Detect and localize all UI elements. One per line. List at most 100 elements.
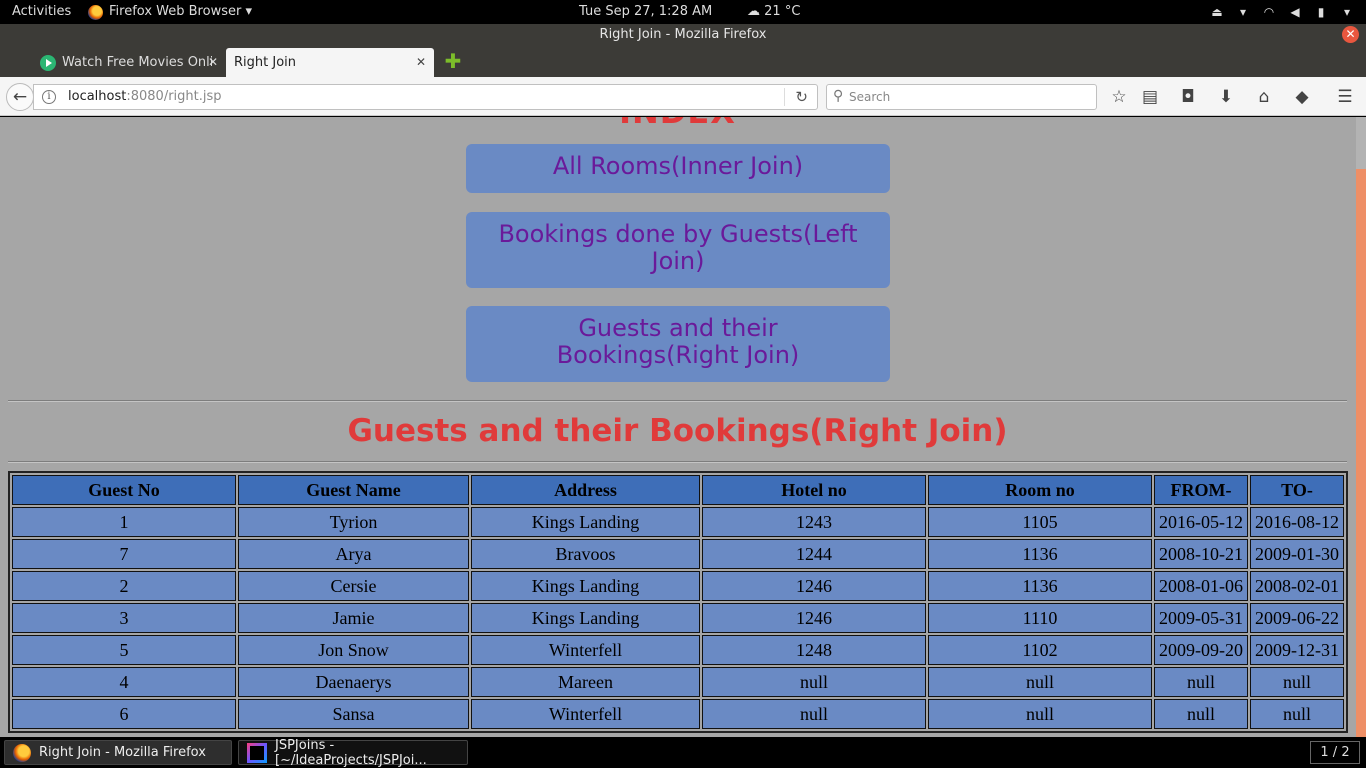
table-cell: Kings Landing — [471, 507, 700, 537]
download-icon[interactable]: ⬇ — [1215, 86, 1237, 108]
weather-indicator[interactable]: ☁ 21 °C — [747, 0, 800, 24]
column-header: FROM- — [1154, 475, 1248, 505]
cloud-icon: ☁ — [747, 4, 760, 19]
reading-list-icon[interactable]: ▤ — [1139, 86, 1161, 108]
bookmark-star-icon[interactable]: ☆ — [1108, 86, 1130, 108]
scrollbar-track[interactable] — [1356, 117, 1366, 169]
table-row: 5 Jon Snow Winterfell 1248 1102 2009-09-20 200… — [12, 635, 1344, 665]
table-cell: Mareen — [471, 667, 700, 697]
table-cell: 4 — [12, 667, 236, 697]
table-cell: Bravoos — [471, 539, 700, 569]
menu-icon[interactable]: ☰ — [1334, 86, 1356, 108]
table-cell: 1102 — [928, 635, 1152, 665]
url-text[interactable]: localhost:8080/right.jsp — [68, 89, 222, 104]
table-cell: Cersie — [238, 571, 469, 601]
right-join-button[interactable]: Guests and their Bookings(Right Join) — [466, 306, 890, 382]
url-bar[interactable]: i localhost:8080/right.jsp ↻ — [33, 84, 818, 110]
close-icon[interactable]: ✕ — [416, 56, 426, 68]
clock[interactable]: Tue Sep 27, 1:28 AM — [579, 0, 712, 24]
new-tab-icon[interactable]: ✚ — [444, 51, 462, 71]
table-cell: 2 — [12, 571, 236, 601]
wifi-icon[interactable]: ◠ — [1262, 6, 1276, 18]
table-cell: null — [1250, 699, 1344, 729]
activities-button[interactable]: Activities — [12, 0, 71, 24]
table-cell: 1 — [12, 507, 236, 537]
app-menu[interactable]: Firefox Web Browser ▾ — [88, 0, 252, 24]
volume-icon[interactable]: ◀ — [1288, 6, 1302, 18]
results-table: Guest No Guest Name Address Hotel no Roo… — [8, 471, 1348, 733]
table-cell: 2009-06-22 — [1250, 603, 1344, 633]
vertical-scrollbar[interactable] — [1355, 117, 1366, 737]
system-top-bar: Activities Firefox Web Browser ▾ Tue Sep… — [0, 0, 1366, 24]
weather-temperature: 21 °C — [764, 4, 801, 19]
table-cell: 2016-08-12 — [1250, 507, 1344, 537]
table-cell: 2016-05-12 — [1154, 507, 1248, 537]
workspace-indicator[interactable]: 1 / 2 — [1310, 741, 1360, 764]
table-cell: Kings Landing — [471, 603, 700, 633]
divider — [8, 400, 1347, 402]
system-tray[interactable]: ⏏ ▾ ◠ ◀ ▮ ▾ — [1210, 0, 1354, 24]
table-cell: null — [702, 699, 926, 729]
search-bar[interactable]: ⚲ — [826, 84, 1097, 110]
table-cell: 6 — [12, 699, 236, 729]
window-titlebar: Right Join - Mozilla Firefox ✕ — [0, 24, 1366, 45]
scrollbar-thumb[interactable] — [1356, 169, 1366, 737]
search-input[interactable] — [849, 88, 1089, 106]
info-icon[interactable]: i — [42, 90, 56, 104]
battery-icon[interactable]: ▮ — [1314, 6, 1328, 18]
column-header: Address — [471, 475, 700, 505]
back-icon[interactable]: ← — [6, 83, 34, 111]
inner-join-button[interactable]: All Rooms(Inner Join) — [466, 144, 890, 193]
reload-icon[interactable]: ↻ — [795, 88, 808, 106]
section-title: Guests and their Bookings(Right Join) — [347, 413, 1008, 449]
table-cell: Jamie — [238, 603, 469, 633]
eject-icon[interactable]: ⏏ — [1210, 6, 1224, 18]
table-cell: 1248 — [702, 635, 926, 665]
taskbar-item-intellij[interactable]: JSPJoins - [~/IdeaProjects/JSPJoi... — [238, 738, 468, 768]
table-cell: 3 — [12, 603, 236, 633]
table-cell: Winterfell — [471, 635, 700, 665]
table-cell: 1136 — [928, 571, 1152, 601]
power-menu-icon[interactable]: ▾ — [1340, 6, 1354, 18]
url-separator — [784, 88, 785, 106]
table-cell: 2009-09-20 — [1154, 635, 1248, 665]
column-header: Room no — [928, 475, 1152, 505]
sync-icon[interactable]: ◆ — [1291, 86, 1313, 108]
firefox-icon — [88, 4, 103, 20]
window-title: Right Join - Mozilla Firefox — [599, 27, 767, 42]
tab-watch-free-movies[interactable]: Watch Free Movies Onli... ✕ — [18, 48, 226, 77]
column-header: Guest No — [12, 475, 236, 505]
window-close-icon[interactable]: ✕ — [1342, 26, 1359, 43]
table-row: 2 Cersie Kings Landing 1246 1136 2008-01-06 20… — [12, 571, 1344, 601]
play-icon — [40, 54, 56, 71]
tab-right-join[interactable]: Right Join ✕ — [226, 48, 434, 77]
taskbar-item-firefox[interactable]: Right Join - Mozilla Firefox — [4, 740, 232, 765]
table-cell: 2009-05-31 — [1154, 603, 1248, 633]
table-body: 1 Tyrion Kings Landing 1243 1105 2016-05-12 20… — [12, 507, 1344, 729]
url-path: :8080/right.jsp — [126, 89, 222, 104]
table-cell: 7 — [12, 539, 236, 569]
home-icon[interactable]: ⌂ — [1253, 86, 1275, 108]
table-cell: Daenaerys — [238, 667, 469, 697]
table-cell: 5 — [12, 635, 236, 665]
chevron-down-icon[interactable]: ▾ — [1236, 6, 1250, 18]
table-cell: 1110 — [928, 603, 1152, 633]
pocket-icon[interactable]: ◘ — [1177, 86, 1199, 108]
page-content: INDEX All Rooms(Inner Join) Bookings don… — [0, 117, 1355, 737]
tab-label: Watch Free Movies Onli... — [62, 55, 212, 70]
tab-label: Right Join — [234, 55, 297, 70]
table-cell: null — [928, 699, 1152, 729]
table-cell: Arya — [238, 539, 469, 569]
table-row: 4 Daenaerys Mareen null null null null — [12, 667, 1344, 697]
table-cell: Jon Snow — [238, 635, 469, 665]
search-icon: ⚲ — [833, 88, 844, 104]
column-header: Guest Name — [238, 475, 469, 505]
app-menu-label: Firefox Web Browser ▾ — [109, 4, 252, 19]
column-header: Hotel no — [702, 475, 926, 505]
url-host: localhost — [68, 89, 127, 104]
left-join-button[interactable]: Bookings done by Guests(Left Join) — [466, 212, 890, 288]
close-icon[interactable]: ✕ — [208, 56, 218, 68]
table-cell: 2009-12-31 — [1250, 635, 1344, 665]
table-cell: null — [928, 667, 1152, 697]
column-header: TO- — [1250, 475, 1344, 505]
